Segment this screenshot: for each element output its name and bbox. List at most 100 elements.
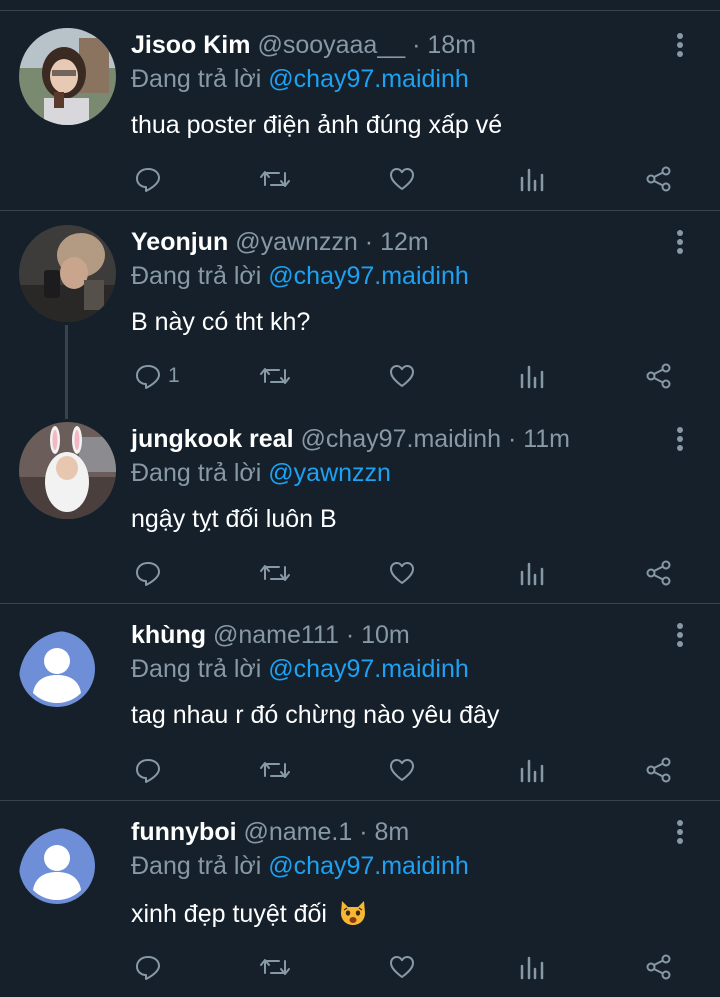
more-vertical-icon [677, 230, 683, 254]
weary-cat-emoji-icon [338, 897, 368, 934]
more-vertical-icon [677, 427, 683, 451]
tweet-text: thua poster điện ảnh đúng xấp vé [131, 111, 503, 139]
user-handle[interactable]: @name.1 [243, 818, 352, 846]
share-icon [646, 363, 671, 389]
replying-to: Đang trả lời @chay97.maidinh [131, 64, 469, 94]
share-button[interactable] [645, 361, 673, 391]
tweet-jisoo-kim[interactable]: Jisoo Kim @sooyaaa__ · 18m Đang trả lời … [0, 0, 720, 210]
reply-button[interactable] [134, 755, 168, 785]
tweet-text: ngậy tỵt đối luôn B [131, 505, 337, 533]
retweet-icon [260, 368, 290, 384]
display-name[interactable]: jungkook real [131, 425, 294, 453]
like-button[interactable] [388, 952, 416, 982]
reply-button[interactable] [134, 558, 168, 588]
reply-icon [136, 562, 160, 586]
tweet-text: B này có tht kh? [131, 308, 311, 336]
share-button[interactable] [645, 952, 673, 982]
more-options-button[interactable] [672, 30, 688, 60]
avatar[interactable] [19, 631, 116, 728]
like-button[interactable] [388, 164, 416, 194]
replying-to: Đang trả lời @chay97.maidinh [131, 261, 469, 291]
tweet-funnyboi[interactable]: funnyboi @name.1 · 8m Đang trả lời @chay… [0, 801, 720, 997]
mention-link[interactable]: @chay97.maidinh [268, 65, 469, 93]
retweet-button[interactable] [259, 164, 291, 194]
replying-to-label: Đang trả lời [131, 852, 262, 880]
reply-icon [136, 956, 160, 980]
more-options-button[interactable] [672, 424, 688, 454]
mention-link[interactable]: @chay97.maidinh [268, 262, 469, 290]
analytics-button[interactable] [519, 952, 545, 982]
separator-dot: · [364, 228, 374, 256]
share-icon [646, 954, 671, 980]
like-button[interactable] [388, 755, 416, 785]
share-icon [646, 560, 671, 586]
analytics-button[interactable] [519, 164, 545, 194]
more-vertical-icon [677, 33, 683, 57]
share-button[interactable] [645, 755, 673, 785]
avatar[interactable] [19, 828, 116, 925]
more-options-button[interactable] [672, 620, 688, 650]
reply-button[interactable] [134, 164, 168, 194]
replying-to-label: Đang trả lời [131, 459, 262, 487]
replying-to: Đang trả lời @chay97.maidinh [131, 851, 469, 881]
timestamp: 8m [374, 818, 410, 846]
tweet-khung[interactable]: khùng @name111 · 10m Đang trả lời @chay9… [0, 604, 720, 800]
user-handle[interactable]: @name111 [213, 621, 339, 649]
retweet-button[interactable] [259, 558, 291, 588]
like-button[interactable] [388, 558, 416, 588]
tweet-header: jungkook real @chay97.maidinh · 11m [131, 424, 570, 454]
more-options-button[interactable] [672, 227, 688, 257]
avatar[interactable] [19, 225, 116, 322]
retweet-icon [260, 171, 290, 187]
timestamp: 11m [523, 425, 571, 453]
like-button[interactable] [388, 361, 416, 391]
tweet-jungkook-real[interactable]: jungkook real @chay97.maidinh · 11m Đang… [0, 407, 720, 603]
retweet-button[interactable] [259, 755, 291, 785]
user-handle[interactable]: @sooyaaa__ [257, 31, 405, 59]
user-handle[interactable]: @yawnzzn [235, 228, 358, 256]
tweet-header: khùng @name111 · 10m [131, 620, 410, 650]
replying-to-label: Đang trả lời [131, 262, 262, 290]
share-button[interactable] [645, 558, 673, 588]
like-icon [390, 562, 414, 584]
replying-to: Đang trả lời @yawnzzn [131, 458, 391, 488]
avatar[interactable] [19, 28, 116, 125]
tweet-actions: 1 [0, 361, 720, 391]
mention-link[interactable]: @chay97.maidinh [268, 852, 469, 880]
analytics-button[interactable] [519, 361, 545, 391]
separator-dot: · [507, 425, 517, 453]
more-options-button[interactable] [672, 817, 688, 847]
mention-link[interactable]: @yawnzzn [268, 459, 391, 487]
reply-icon [136, 365, 160, 389]
analytics-icon [520, 562, 544, 586]
avatar[interactable] [19, 422, 116, 519]
retweet-button[interactable] [259, 361, 291, 391]
analytics-icon [520, 365, 544, 389]
display-name[interactable]: funnyboi [131, 818, 237, 846]
tweet-actions [0, 164, 720, 194]
retweet-button[interactable] [259, 952, 291, 982]
reply-button[interactable] [134, 952, 168, 982]
separator-dot: · [412, 31, 421, 59]
analytics-button[interactable] [519, 558, 545, 588]
default-profile-icon [19, 828, 95, 904]
retweet-icon [260, 959, 290, 975]
display-name[interactable]: Yeonjun [131, 228, 228, 256]
share-button[interactable] [645, 164, 673, 194]
tweet-header: funnyboi @name.1 · 8m [131, 817, 409, 847]
like-icon [390, 168, 414, 190]
display-name[interactable]: khùng [131, 621, 206, 649]
mention-link[interactable]: @chay97.maidinh [268, 655, 469, 683]
display-name[interactable]: Jisoo Kim [131, 31, 250, 59]
share-icon [646, 757, 671, 783]
timestamp: 12m [380, 228, 429, 256]
timestamp: 10m [361, 621, 410, 649]
like-icon [390, 365, 414, 387]
user-handle[interactable]: @chay97.maidinh [301, 425, 502, 453]
share-icon [646, 166, 671, 192]
tweet-actions [0, 952, 720, 982]
analytics-button[interactable] [519, 755, 545, 785]
reply-button[interactable]: 1 [134, 361, 180, 391]
replying-to-label: Đang trả lời [131, 65, 262, 93]
tweet-yeonjun[interactable]: Yeonjun @yawnzzn · 12m Đang trả lời @cha… [0, 211, 720, 407]
